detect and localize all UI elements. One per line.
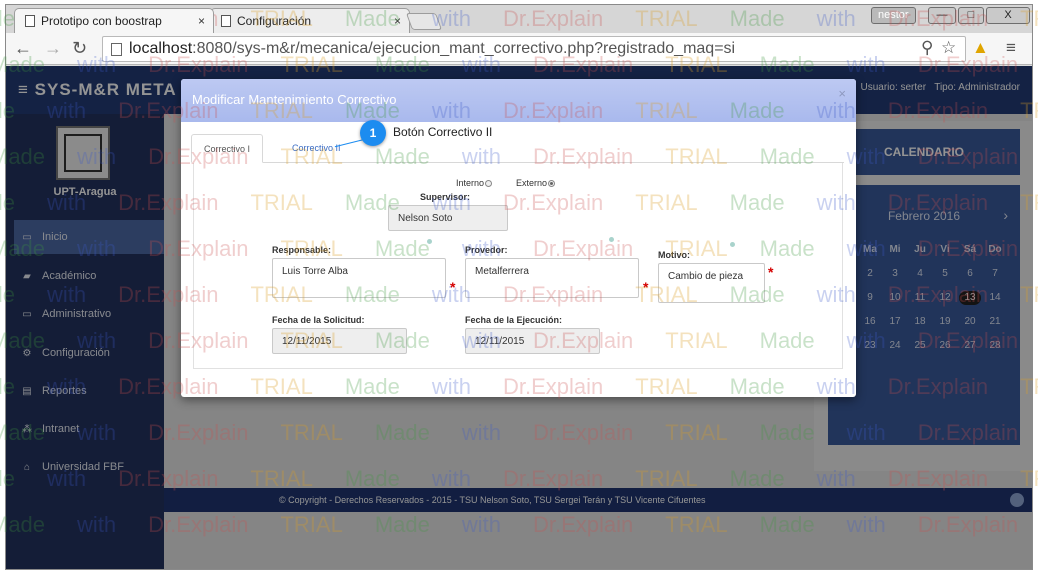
- bookmark-star-icon[interactable]: ☆: [941, 38, 956, 58]
- zoom-icon[interactable]: ⚲: [921, 38, 933, 58]
- reload-icon[interactable]: ↻: [72, 38, 87, 59]
- supervisor-label: Supervisor:: [420, 192, 471, 202]
- status-dot: [427, 239, 432, 244]
- required-mark: *: [768, 264, 774, 280]
- form-panel: Interno Externo Supervisor: Nelson Soto …: [193, 163, 843, 369]
- fecha-solicitud-field[interactable]: 12/11/2015: [272, 328, 407, 354]
- radio-interno-label: Interno: [456, 178, 485, 188]
- modal-title: Modificar Mantenimiento Correctivo: [192, 92, 397, 107]
- url-path: :8080/sys-m&r/mecanica/ejecucion_mant_co…: [192, 40, 736, 57]
- drive-icon[interactable]: ▲: [972, 38, 989, 58]
- callout-text: Botón Correctivo II: [393, 125, 493, 139]
- close-icon[interactable]: ×: [838, 86, 846, 101]
- proveedor-field[interactable]: Metalferrera: [465, 258, 639, 298]
- browser-titlebar: Prototipo con boostrap × Configuración ×…: [6, 5, 1032, 33]
- url-host: localhost: [129, 40, 193, 57]
- forward-arrow-icon[interactable]: →: [44, 38, 62, 59]
- modal-header: Modificar Mantenimiento Correctivo ×: [181, 79, 856, 122]
- responsable-label: Responsable:: [272, 245, 332, 255]
- radio-circle-icon[interactable]: [485, 180, 493, 187]
- status-dot: [609, 237, 614, 242]
- page-info-icon[interactable]: [111, 43, 122, 56]
- fecha-ejecucion-field[interactable]: 12/11/2015: [465, 328, 600, 354]
- motivo-label: Motivo:: [658, 250, 690, 260]
- browser-tab-configuracion[interactable]: Configuración ×: [210, 8, 410, 33]
- responsable-field[interactable]: Luis Torre Alba: [272, 258, 446, 298]
- supervisor-field[interactable]: Nelson Soto: [388, 205, 508, 231]
- browser-window: Prototipo con boostrap × Configuración ×…: [5, 4, 1033, 570]
- profile-chip[interactable]: nestor: [871, 7, 916, 24]
- close-icon[interactable]: ×: [198, 14, 205, 28]
- radio-externo[interactable]: Externo: [516, 178, 556, 188]
- minimize-button[interactable]: —: [928, 7, 956, 24]
- back-arrow-icon[interactable]: ←: [14, 38, 32, 59]
- close-icon[interactable]: ×: [394, 14, 401, 28]
- browser-tab-label: Prototipo con boostrap: [41, 14, 162, 28]
- url-input[interactable]: localhost:8080/sys-m&r/mecanica/ejecucio…: [102, 36, 966, 62]
- new-tab-button[interactable]: [405, 13, 443, 30]
- tab-correctivo-2[interactable]: Correctivo II: [280, 134, 353, 163]
- page-icon: [25, 15, 35, 27]
- modal-tabs: Correctivo I Correctivo II: [191, 134, 844, 163]
- radio-selected-icon[interactable]: [548, 180, 556, 187]
- tab-correctivo-1[interactable]: Correctivo I: [191, 134, 264, 163]
- radio-externo-label: Externo: [516, 178, 548, 188]
- status-dot: [730, 242, 735, 247]
- callout-number-badge: 1: [360, 120, 386, 146]
- menu-icon[interactable]: ≡: [1006, 38, 1016, 58]
- fecha-ejecucion-label: Fecha de la Ejecución:: [465, 315, 563, 325]
- required-mark: *: [450, 279, 456, 295]
- radio-interno[interactable]: Interno: [456, 178, 493, 188]
- window-close-button[interactable]: X: [986, 7, 1030, 24]
- page-content: ≡ SYS-M&R META Usuario: serter Tipo: Adm…: [6, 66, 1032, 569]
- motivo-field[interactable]: Cambio de pieza: [658, 263, 765, 303]
- page-icon: [221, 15, 231, 27]
- required-mark: *: [643, 279, 649, 295]
- modify-maintenance-modal: Modificar Mantenimiento Correctivo × Cor…: [181, 79, 856, 397]
- browser-tab-label: Configuración: [237, 14, 312, 28]
- address-bar-row: ← → ↻ localhost:8080/sys-m&r/mecanica/ej…: [6, 33, 1032, 65]
- proveedor-label: Provedor:: [465, 245, 508, 255]
- fecha-solicitud-label: Fecha de la Solicitud:: [272, 315, 365, 325]
- maximize-button[interactable]: □: [958, 7, 984, 24]
- browser-tab-prototipo[interactable]: Prototipo con boostrap ×: [14, 8, 214, 33]
